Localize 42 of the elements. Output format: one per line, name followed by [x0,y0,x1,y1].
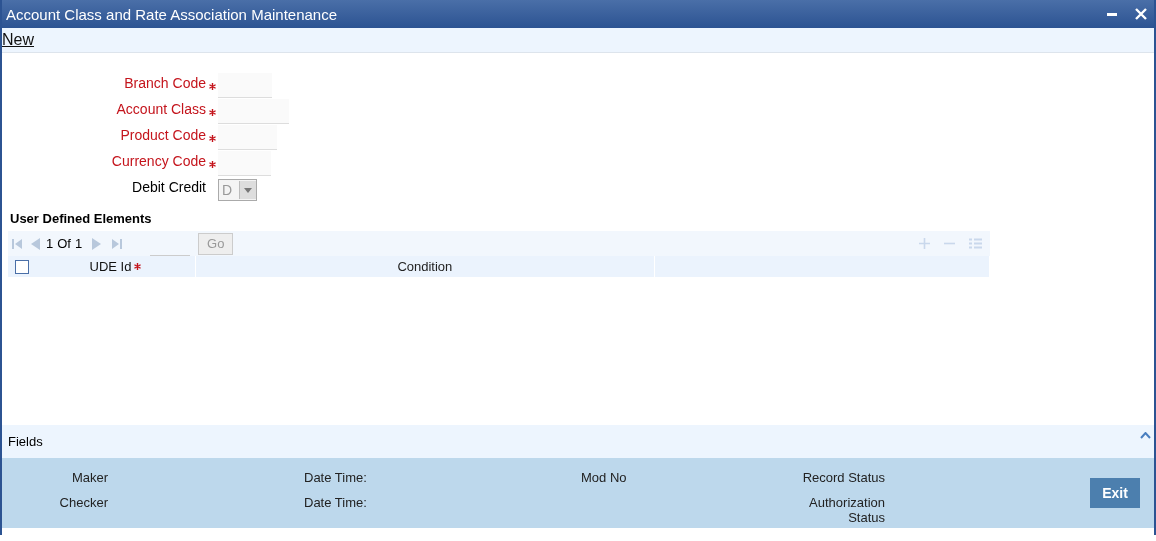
next-page-icon[interactable] [92,237,103,250]
field-label: Debit Credit [131,178,206,195]
field-label: Branch Code [123,74,206,91]
required-icon [134,263,142,270]
caret-icon [244,187,252,193]
exit-button[interactable]: Exit [1090,478,1140,508]
field-label: Currency Code [110,152,206,169]
required-icon [208,109,216,116]
field-label: Product Code [119,126,206,143]
first-page-icon[interactable] [12,238,22,249]
add-icon[interactable] [919,238,930,249]
section-title: User Defined Elements [9,210,152,228]
audit-label: Date Time: [304,495,368,510]
list-icon[interactable] [969,238,982,249]
field-label: Account Class [115,100,206,117]
page-number: 1 [46,236,54,251]
audit-label: Record Status [802,470,885,485]
last-page-icon[interactable] [112,238,123,249]
audit-label: Maker [71,470,108,485]
page-total: 1 [74,236,83,251]
text-field[interactable] [218,99,289,124]
fields-label: Fields [8,434,44,449]
text-field[interactable] [218,125,277,150]
audit-label: Authorization Status [808,495,885,525]
close-icon[interactable] [1134,7,1148,21]
go-button[interactable]: Go [198,232,234,255]
text-field[interactable] [218,73,272,98]
audit-label: Checker [59,495,108,510]
new-link[interactable]: New [2,31,34,49]
page-of-label: Of [57,236,71,251]
column-header: Condition [397,259,453,274]
required-icon [208,135,216,142]
checkbox[interactable] [14,259,29,274]
column-header: UDE Id [89,259,132,274]
window-title: Account Class and Rate Association Maintenance [6,5,339,23]
audit-label: Date Time: [304,470,368,485]
audit-label: Mod No [581,470,628,485]
chevron-icon[interactable] [1140,432,1151,439]
required-icon [208,83,216,90]
text-field[interactable] [218,151,271,176]
previous-page-icon[interactable] [30,237,40,250]
required-icon [208,161,216,168]
